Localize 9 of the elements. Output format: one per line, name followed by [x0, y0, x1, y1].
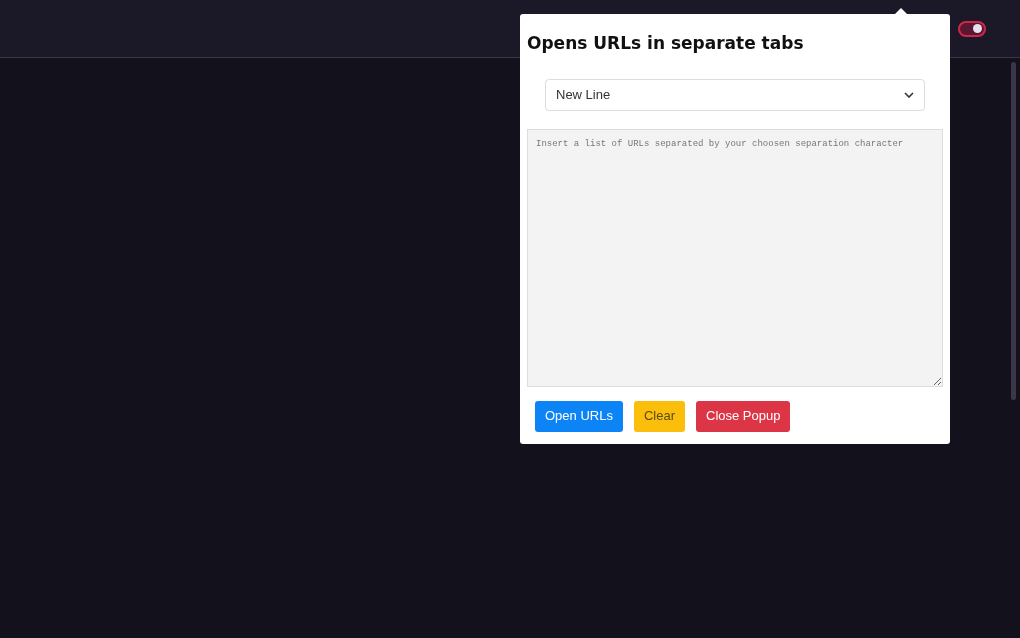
- chevron-down-icon: [904, 91, 914, 98]
- action-button[interactable]: Open URLs: [535, 400, 623, 432]
- toggle-switch[interactable]: [958, 20, 986, 37]
- popup-title: Opens URLs in separate tabs: [527, 32, 804, 55]
- url-input-field[interactable]: Insert a list of URLs separated by your choosen separation character: [527, 128, 943, 387]
- action-button[interactable]: Close Popup: [696, 400, 791, 432]
- separator-select[interactable]: New Line: [545, 78, 925, 111]
- scrollbar[interactable]: [1011, 62, 1016, 400]
- action-button[interactable]: Clear: [633, 400, 685, 432]
